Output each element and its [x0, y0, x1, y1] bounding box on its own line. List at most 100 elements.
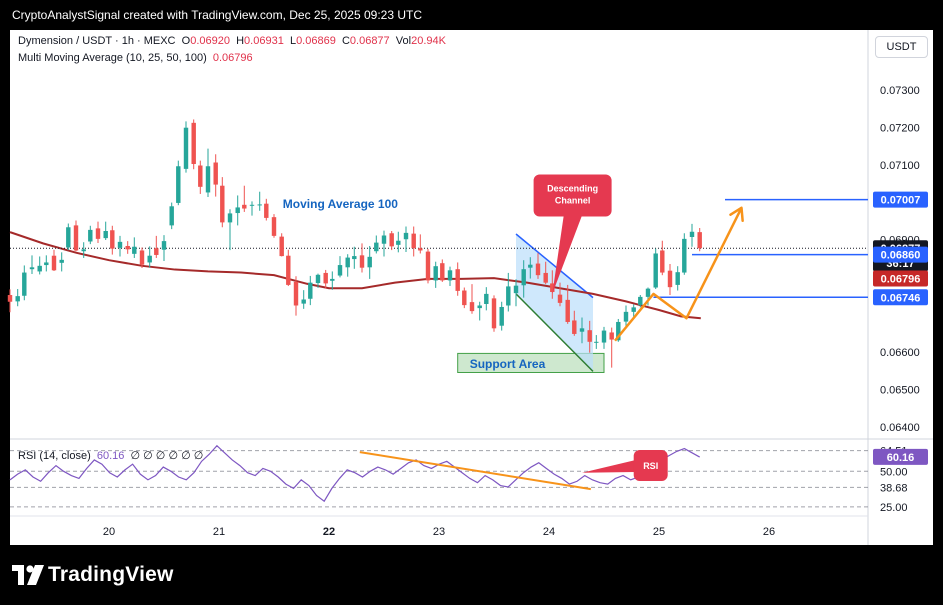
candle-body	[301, 299, 306, 304]
candle-body	[308, 282, 313, 299]
legend-rsi-empty: ∅ ∅ ∅ ∅ ∅ ∅	[130, 450, 204, 462]
candle-body	[447, 270, 453, 281]
candle-body	[455, 269, 460, 291]
candle-body	[330, 278, 335, 281]
rsi-callout-pointer	[582, 459, 636, 473]
price-axis-badge-label: 0.07007	[881, 195, 921, 207]
candle-body	[645, 288, 651, 297]
candle-body	[638, 296, 643, 306]
candle-body	[73, 225, 79, 251]
candle-body	[125, 245, 130, 250]
candle-body	[477, 305, 482, 309]
candle-body	[389, 233, 394, 247]
candle-body	[682, 238, 687, 273]
candle-body	[315, 274, 321, 284]
currency-button[interactable]: USDT	[875, 36, 928, 58]
candle-body	[220, 185, 225, 223]
descending-channel-fill	[516, 234, 593, 372]
candle-body	[161, 241, 167, 250]
candle-body	[374, 242, 379, 252]
candle-body	[176, 166, 181, 203]
candle-body	[653, 253, 658, 288]
ma-legend: Multi Moving Average (10, 25, 50, 100) 0…	[18, 52, 253, 64]
chart-svg[interactable]: 0.073000.072000.071000.069000.066000.065…	[0, 0, 943, 605]
candle-body	[543, 272, 548, 283]
candle-body	[609, 332, 614, 340]
candle-body	[572, 320, 577, 334]
candle-body	[103, 231, 108, 239]
candle-body	[337, 265, 343, 276]
candle-body	[411, 233, 416, 249]
candle-body	[88, 229, 93, 242]
candle-body	[132, 246, 137, 254]
candle-body	[183, 127, 189, 169]
candle-body	[521, 269, 526, 286]
time-tick-label: 26	[763, 526, 775, 538]
time-tick-label: 20	[103, 526, 115, 538]
candle-body	[594, 341, 599, 343]
legend-ma-label: Multi Moving Average (10, 25, 50, 100)	[18, 52, 207, 64]
price-tick-label: 0.07200	[880, 122, 920, 134]
candle-body	[15, 296, 20, 302]
candle-body	[235, 207, 240, 214]
candle-body	[169, 206, 174, 226]
candle-body	[689, 231, 695, 237]
time-tick-label: 25	[653, 526, 665, 538]
candle-body	[44, 262, 49, 266]
candle-body	[95, 228, 101, 239]
legend-symbol: Dymension / USDT · 1h · MEXC	[18, 35, 176, 47]
price-tick-label: 0.07100	[880, 160, 920, 172]
candle-body	[59, 259, 64, 263]
candle-body	[66, 227, 71, 248]
legend-open-value: 0.06920	[190, 35, 230, 47]
candle-body	[264, 203, 269, 218]
candle-body	[154, 248, 159, 255]
legend-rsi-label: RSI (14, close)	[18, 450, 91, 462]
candle-body	[29, 267, 35, 270]
candle-body	[528, 264, 533, 268]
rsi-callout-label: RSI	[643, 461, 658, 471]
candle-body	[286, 255, 291, 285]
candle-body	[469, 302, 475, 312]
rsi-legend: RSI (14, close) 60.16 ∅ ∅ ∅ ∅ ∅ ∅	[18, 449, 203, 462]
candle-body	[242, 204, 247, 209]
legend-close-value: 0.06877	[349, 35, 390, 47]
candle-body	[631, 307, 636, 312]
tradingview-logo-icon	[12, 565, 44, 585]
rsi-current-label: 60.16	[887, 452, 915, 464]
price-axis-badge-label: 0.06796	[881, 274, 921, 286]
candle-body	[396, 240, 401, 245]
legend-high-value: 0.06931	[244, 35, 284, 47]
rsi-trendline	[359, 451, 591, 491]
candle-body	[293, 281, 299, 306]
price-legend: Dymension / USDT · 1h · MEXC O0.06920 H0…	[18, 35, 446, 47]
price-axis-badge-label: 0.06746	[881, 292, 921, 304]
channel-callout-line2: Channel	[555, 195, 591, 205]
legend-open-label: O	[181, 35, 191, 47]
candle-body	[425, 251, 431, 281]
rsi-level-label: 38.68	[880, 482, 908, 494]
candle-body	[139, 250, 145, 265]
legend-high-label: H	[236, 35, 245, 47]
candle-body	[579, 328, 585, 332]
legend-close-label: C	[341, 35, 350, 47]
channel-callout-line1: Descending	[547, 183, 598, 193]
candle-body	[462, 290, 467, 306]
candle-body	[697, 232, 702, 249]
candle-body	[249, 204, 255, 206]
candle-body	[491, 298, 497, 329]
candle-body	[433, 266, 438, 281]
candle-body	[345, 257, 350, 268]
candle-body	[513, 285, 519, 294]
candle-body	[440, 263, 445, 281]
price-tick-label: 0.06600	[880, 347, 920, 359]
legend-volume-label: Vol	[395, 35, 412, 47]
candle-body	[565, 299, 570, 322]
candle-body	[352, 256, 357, 260]
candle-body	[37, 265, 42, 272]
candle-body	[227, 213, 233, 223]
candle-body	[191, 122, 196, 165]
candle-body	[81, 249, 86, 252]
time-tick-label: 23	[433, 526, 445, 538]
candle-body	[205, 166, 211, 193]
